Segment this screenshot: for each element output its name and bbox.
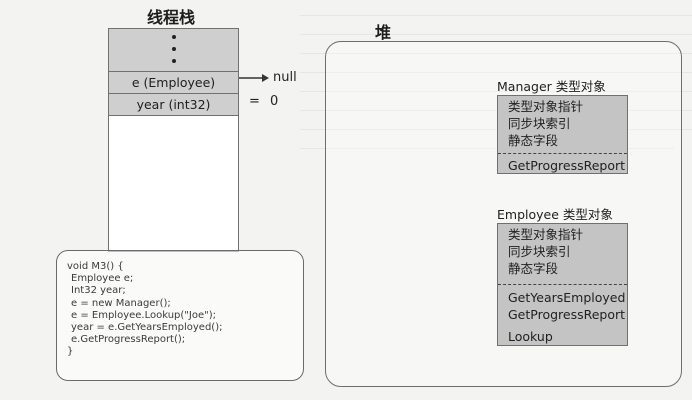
stack-title: 线程栈	[147, 8, 196, 27]
code-line: void M3() {	[67, 261, 124, 272]
manager-field: 同步块索引	[508, 116, 571, 131]
e-value: null	[273, 70, 297, 85]
manager-method: GetProgressReport	[508, 158, 626, 173]
employee-type-object: 类型对象指针 同步块索引 静态字段 GetYearsEmployed GetPr…	[497, 223, 628, 346]
manager-object-title: Manager 类型对象	[497, 79, 606, 94]
employee-field: 类型对象指针	[508, 227, 584, 242]
stack-slot-e: e (Employee)	[109, 72, 238, 94]
manager-field: 静态字段	[508, 133, 559, 148]
code-line: year = e.GetYearsEmployed();	[71, 322, 223, 334]
equals-sign: =	[249, 94, 260, 109]
manager-field: 类型对象指针	[508, 99, 584, 114]
employee-method: Lookup	[508, 329, 553, 344]
year-value: 0	[270, 94, 279, 109]
employee-field: 静态字段	[508, 261, 559, 276]
code-line: Int32 year;	[71, 285, 126, 297]
code-block: void M3() { Employee e; Int32 year; e = …	[56, 250, 304, 381]
stack-slot-year: year (int32)	[109, 94, 238, 116]
manager-type-object: 类型对象指针 同步块索引 静态字段 GetProgressReport	[497, 95, 628, 174]
employee-method-table: GetYearsEmployed GetProgressReport Looku…	[498, 284, 627, 345]
thread-stack: e (Employee) year (int32)	[108, 28, 239, 252]
employee-object-title: Employee 类型对象	[497, 207, 613, 222]
manager-header-fields: 类型对象指针 同步块索引 静态字段	[498, 96, 627, 153]
stack-ellipsis	[109, 29, 238, 72]
employee-header-fields: 类型对象指针 同步块索引 静态字段	[498, 224, 627, 284]
code-line: Employee e;	[71, 273, 134, 285]
diagram-page: ――――――――――――――――――――――――――――――――――― ―――――…	[0, 0, 692, 400]
manager-method-table: GetProgressReport	[498, 153, 627, 174]
code-line: e.GetProgressReport();	[71, 334, 186, 346]
code-line: }	[67, 346, 74, 358]
heap-title: 堆	[375, 23, 392, 42]
code-line: e = Employee.Lookup("Joe");	[71, 309, 216, 321]
code-line: e = new Manager();	[71, 297, 171, 309]
employee-method: GetYearsEmployed	[508, 290, 626, 305]
null-arrow	[239, 74, 269, 82]
employee-field: 同步块索引	[508, 244, 571, 259]
employee-method: GetProgressReport	[508, 307, 626, 322]
